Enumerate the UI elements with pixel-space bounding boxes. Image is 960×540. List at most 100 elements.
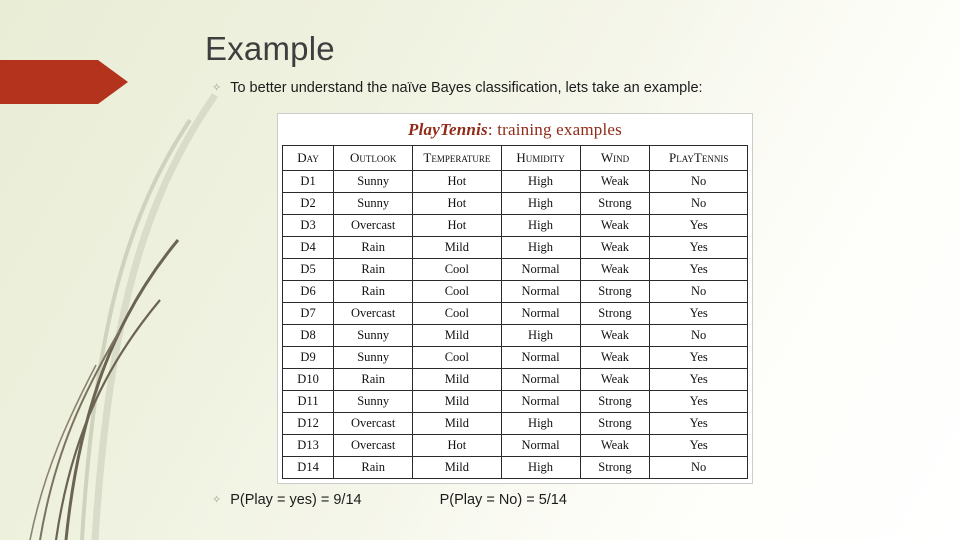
table-cell: Rain	[333, 456, 414, 479]
table-cell: Normal	[500, 280, 581, 303]
table-cell: High	[500, 412, 581, 435]
table-body: D1 Sunny Hot High Weak No D2 Sunny Hot High Strong…	[281, 170, 748, 479]
column-header-humidity: Humidity	[500, 145, 581, 171]
intro-bullet-text: To better understand the naïve Bayes cla…	[230, 80, 703, 96]
table-cell: Yes	[649, 368, 748, 391]
table-cell: Normal	[500, 346, 581, 369]
probability-bullet-row: ✧ P(Play = yes) = 9/14 P(Play = No) = 5/…	[212, 491, 567, 509]
table-row: D4 Rain Mild High Weak Yes	[281, 236, 748, 259]
table-cell: Weak	[579, 324, 651, 347]
table-cell: High	[500, 324, 581, 347]
table-cell: D14	[281, 456, 335, 479]
table-cell: Normal	[500, 258, 581, 281]
table-cell: Rain	[333, 280, 414, 303]
table-cell: Mild	[412, 390, 502, 413]
table-cell: Strong	[579, 192, 651, 215]
table-cell: Yes	[649, 302, 748, 325]
column-header-wind: Wind	[579, 145, 651, 171]
table-cell: Rain	[333, 236, 414, 259]
table-cell: Yes	[649, 434, 748, 457]
table-cell: Normal	[500, 302, 581, 325]
table-cell: Strong	[579, 302, 651, 325]
table-cell: Rain	[333, 258, 414, 281]
table-cell: D10	[281, 368, 335, 391]
table-cell: Cool	[412, 302, 502, 325]
table-row: D10 Rain Mild Normal Weak Yes	[281, 368, 748, 391]
intro-bullet-row: ✧ To better understand the naïve Bayes c…	[212, 79, 703, 97]
table-cell: D6	[281, 280, 335, 303]
table-cell: Mild	[412, 324, 502, 347]
table-cell: Cool	[412, 346, 502, 369]
column-header-outlook: Outlook	[333, 145, 414, 171]
table-cell: High	[500, 170, 581, 193]
table-cell: D11	[281, 390, 335, 413]
table-cell: Weak	[579, 214, 651, 237]
training-examples-table-card: PlayTennis: training examples Day Outloo…	[277, 113, 753, 484]
table-header-row: Day Outlook Temperature Humidity Wind Pl…	[281, 145, 748, 171]
table-cell: No	[649, 324, 748, 347]
table-row: D3 Overcast Hot High Weak Yes	[281, 214, 748, 237]
table-cell: Sunny	[333, 346, 414, 369]
table-cell: Sunny	[333, 324, 414, 347]
table-cell: D3	[281, 214, 335, 237]
table-cell: Weak	[579, 434, 651, 457]
probability-yes-text: P(Play = yes) = 9/14	[230, 492, 362, 508]
table-cell: Overcast	[333, 214, 414, 237]
table-cell: Strong	[579, 456, 651, 479]
column-header-playtennis: PlayTennis	[649, 145, 748, 171]
table-cell: High	[500, 236, 581, 259]
table-cell: Overcast	[333, 412, 414, 435]
table-cell: High	[500, 192, 581, 215]
table-cell: D1	[281, 170, 335, 193]
red-accent-bar	[0, 60, 98, 104]
table-cell: No	[649, 456, 748, 479]
table-cell: Sunny	[333, 170, 414, 193]
table-row: D2 Sunny Hot High Strong No	[281, 192, 748, 215]
table-cell: Weak	[579, 368, 651, 391]
table-cell: Sunny	[333, 390, 414, 413]
table-cell: Yes	[649, 258, 748, 281]
table-cell: D2	[281, 192, 335, 215]
table-row: D11 Sunny Mild Normal Strong Yes	[281, 390, 748, 413]
table-cell: Yes	[649, 236, 748, 259]
table-cell: Overcast	[333, 302, 414, 325]
bullet-diamond-icon: ✧	[212, 82, 222, 94]
table-cell: D7	[281, 302, 335, 325]
table-cell: Hot	[412, 170, 502, 193]
table-caption: PlayTennis: training examples	[282, 117, 748, 145]
table-cell: Yes	[649, 390, 748, 413]
table-cell: Sunny	[333, 192, 414, 215]
table-cell: Mild	[412, 412, 502, 435]
table-cell: Rain	[333, 368, 414, 391]
table-cell: Weak	[579, 346, 651, 369]
table-cell: Mild	[412, 368, 502, 391]
table-row: D14 Rain Mild High Strong No	[281, 456, 748, 479]
table-caption-rest: : training examples	[487, 120, 622, 139]
table-cell: D13	[281, 434, 335, 457]
slide: Example ✧ To better understand the naïve…	[0, 0, 960, 540]
table-cell: Weak	[579, 236, 651, 259]
table-cell: High	[500, 214, 581, 237]
table-cell: High	[500, 456, 581, 479]
table-row: D12 Overcast Mild High Strong Yes	[281, 412, 748, 435]
table-cell: Yes	[649, 214, 748, 237]
play-tennis-table: Day Outlook Temperature Humidity Wind Pl…	[281, 145, 748, 479]
table-header: Day Outlook Temperature Humidity Wind Pl…	[281, 145, 748, 171]
table-cell: Hot	[412, 214, 502, 237]
table-cell: Normal	[500, 390, 581, 413]
table-cell: No	[649, 192, 748, 215]
table-cell: No	[649, 280, 748, 303]
table-cell: Hot	[412, 434, 502, 457]
table-caption-emphasis: PlayTennis	[408, 120, 488, 139]
table-cell: Overcast	[333, 434, 414, 457]
table-cell: No	[649, 170, 748, 193]
red-arrow-icon	[98, 60, 128, 104]
table-cell: Normal	[500, 434, 581, 457]
table-cell: Weak	[579, 170, 651, 193]
table-cell: Strong	[579, 390, 651, 413]
table-row: D5 Rain Cool Normal Weak Yes	[281, 258, 748, 281]
table-cell: D4	[281, 236, 335, 259]
table-row: D6 Rain Cool Normal Strong No	[281, 280, 748, 303]
column-header-day: Day	[281, 145, 335, 171]
table-row: D7 Overcast Cool Normal Strong Yes	[281, 302, 748, 325]
